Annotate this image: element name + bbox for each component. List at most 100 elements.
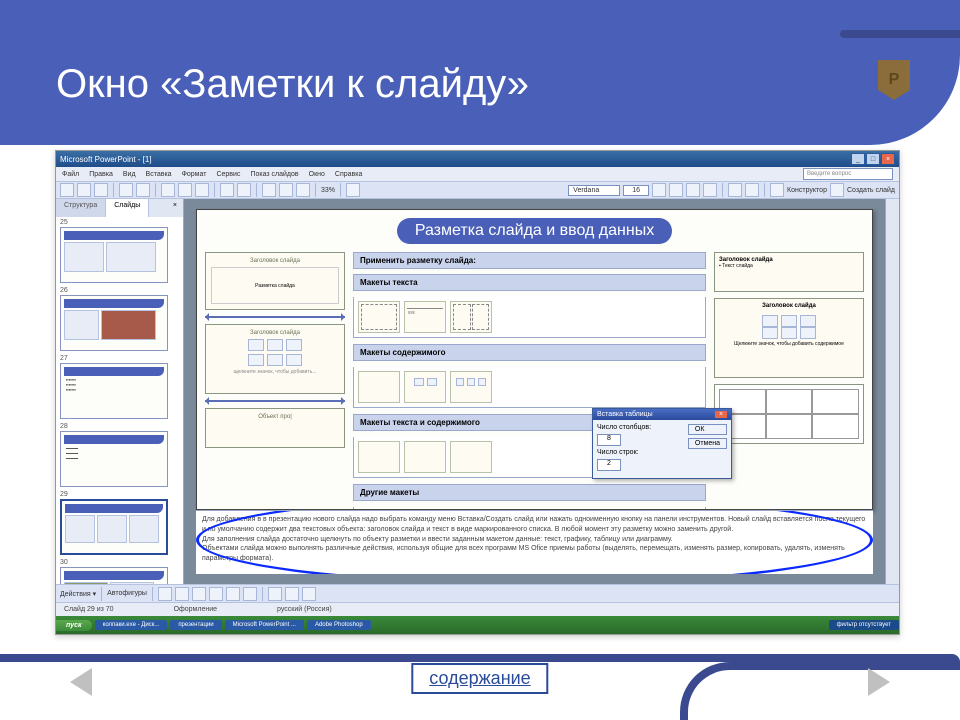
cols-input[interactable]: 8 — [597, 434, 621, 446]
italic-icon[interactable] — [669, 183, 683, 197]
tray[interactable]: фильтр отсутствует — [829, 620, 899, 630]
new-slide-icon[interactable] — [830, 183, 844, 197]
layout-option[interactable] — [450, 301, 492, 333]
tab-slides[interactable]: Слайды — [106, 199, 149, 217]
thumbnail-item[interactable]: 25 — [60, 219, 179, 283]
chart-icon[interactable] — [262, 183, 276, 197]
dialog-close-icon[interactable]: × — [715, 411, 727, 418]
font-color-icon[interactable] — [302, 587, 316, 601]
contents-button[interactable]: содержание — [411, 663, 548, 694]
oval-icon[interactable] — [209, 587, 223, 601]
callout-box: Заголовок слайда▪ Текст слайда — [714, 252, 864, 292]
slide-title: Окно «Заметки к слайду» — [56, 62, 529, 107]
thumbnail-item[interactable]: 30 — [60, 559, 179, 584]
prev-slide-arrow[interactable] — [70, 668, 92, 696]
start-button[interactable]: пуск — [56, 620, 92, 631]
section-text: Макеты текста — [353, 274, 706, 291]
layout-option[interactable]: ≡≡≡ — [404, 301, 446, 333]
menu-tools[interactable]: Сервис — [216, 171, 240, 178]
layout-option[interactable] — [404, 441, 446, 473]
slide-accent-line — [840, 30, 960, 38]
save-icon[interactable] — [94, 183, 108, 197]
thumbnail-item[interactable]: 28━━━━━━━━━━━━━━━ — [60, 423, 179, 487]
ask-question-box[interactable]: Введите вопрос — [803, 168, 893, 180]
layout-option[interactable] — [404, 371, 446, 403]
taskbar-item[interactable]: Microsoft PowerPoint ... — [225, 620, 304, 630]
help-icon[interactable] — [346, 183, 360, 197]
thumbnail-item[interactable]: 27▪▪▪▪▪▪▪▪▪▪▪▪▪▪▪▪▪▪▪▪▪ — [60, 355, 179, 419]
menu-slideshow[interactable]: Показ слайдов — [250, 171, 298, 178]
slides-pane: Структура Слайды × 25 26 27▪▪▪▪▪▪▪▪▪▪▪▪▪… — [56, 199, 184, 584]
pane-close-icon[interactable]: × — [167, 199, 183, 217]
status-design: Оформление — [174, 606, 217, 613]
taskbar-item[interactable]: презентации — [170, 620, 221, 630]
print-icon[interactable] — [119, 183, 133, 197]
autoshapes-label[interactable]: Автофигуры — [107, 590, 147, 597]
close-button[interactable]: × — [881, 153, 895, 165]
hyperlink-icon[interactable] — [296, 183, 310, 197]
ok-button[interactable]: ОК — [688, 424, 727, 435]
zoom-value[interactable]: 33% — [321, 187, 335, 194]
thumbnail-list[interactable]: 25 26 27▪▪▪▪▪▪▪▪▪▪▪▪▪▪▪▪▪▪▪▪▪ 28━━━━━━━━… — [56, 217, 183, 584]
preview-icon[interactable] — [136, 183, 150, 197]
align-center-icon[interactable] — [745, 183, 759, 197]
shadow-icon[interactable] — [703, 183, 717, 197]
line-color-icon[interactable] — [285, 587, 299, 601]
layout-option[interactable] — [358, 371, 400, 403]
design-label[interactable]: Конструктор — [787, 187, 827, 194]
thumbnail-item[interactable]: 29 — [60, 491, 179, 555]
rows-input[interactable]: 2 — [597, 459, 621, 471]
redo-icon[interactable] — [237, 183, 251, 197]
menu-edit[interactable]: Правка — [89, 171, 113, 178]
cancel-button[interactable]: Отмена — [688, 438, 727, 449]
minimize-button[interactable]: _ — [851, 153, 865, 165]
slide-canvas[interactable]: Разметка слайда и ввод данных Заголовок … — [196, 209, 873, 510]
menu-insert[interactable]: Вставка — [146, 171, 172, 178]
arrow-icon[interactable] — [175, 587, 189, 601]
layout-option[interactable] — [450, 371, 492, 403]
new-slide-label[interactable]: Создать слайд — [847, 187, 895, 194]
tab-outline[interactable]: Структура — [56, 199, 106, 217]
taskbar-item[interactable]: Adobe Photoshop — [307, 620, 371, 630]
layout-option[interactable] — [358, 441, 400, 473]
menu-bar: Файл Правка Вид Вставка Формат Сервис По… — [56, 167, 899, 181]
window-titlebar: Microsoft PowerPoint - [1] _ □ × — [56, 151, 899, 167]
underline-icon[interactable] — [686, 183, 700, 197]
rect-icon[interactable] — [192, 587, 206, 601]
copy-icon[interactable] — [178, 183, 192, 197]
menu-view[interactable]: Вид — [123, 171, 136, 178]
undo-icon[interactable] — [220, 183, 234, 197]
menu-window[interactable]: Окно — [309, 171, 325, 178]
next-slide-arrow[interactable] — [868, 668, 890, 696]
menu-file[interactable]: Файл — [62, 171, 79, 178]
menu-help[interactable]: Справка — [335, 171, 362, 178]
textbox-icon[interactable] — [226, 587, 240, 601]
table-icon[interactable] — [279, 183, 293, 197]
cols-label: Число столбцов: — [597, 424, 651, 431]
new-icon[interactable] — [60, 183, 74, 197]
scrollbar[interactable] — [885, 199, 899, 584]
section-apply: Применить разметку слайда: — [353, 252, 706, 269]
layout-option[interactable] — [450, 441, 492, 473]
thumbnail-item[interactable]: 26 — [60, 287, 179, 351]
powerpoint-screenshot: Microsoft PowerPoint - [1] _ □ × Файл Пр… — [55, 150, 900, 635]
insert-table-dialog: Вставка таблицы× Число столбцов: 8 Число… — [592, 408, 732, 479]
paste-icon[interactable] — [195, 183, 209, 197]
open-icon[interactable] — [77, 183, 91, 197]
align-left-icon[interactable] — [728, 183, 742, 197]
layout-option[interactable] — [358, 301, 400, 333]
maximize-button[interactable]: □ — [866, 153, 880, 165]
bold-icon[interactable] — [652, 183, 666, 197]
menu-format[interactable]: Формат — [182, 171, 207, 178]
cut-icon[interactable] — [161, 183, 175, 197]
line-icon[interactable] — [158, 587, 172, 601]
notes-pane[interactable]: Для добавления в в презентацию нового сл… — [196, 510, 873, 574]
font-name[interactable]: Verdana — [568, 185, 620, 196]
font-size[interactable]: 16 — [623, 185, 649, 196]
fill-color-icon[interactable] — [268, 587, 282, 601]
sample-slide: Заголовок слайдащелкните значок, чтобы д… — [205, 324, 345, 394]
taskbar-item[interactable]: колпаки.exe - Диск... — [95, 620, 168, 630]
wordart-icon[interactable] — [243, 587, 257, 601]
design-icon[interactable] — [770, 183, 784, 197]
layouts-content — [353, 367, 706, 408]
